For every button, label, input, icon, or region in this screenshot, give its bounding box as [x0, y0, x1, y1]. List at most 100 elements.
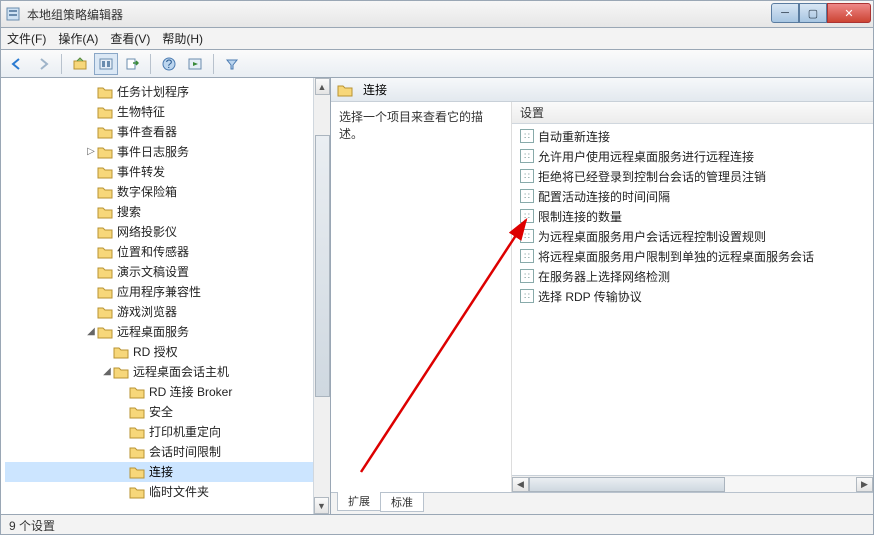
menu-file[interactable]: 文件(F) — [7, 30, 46, 47]
tree-label: 游戏浏览器 — [117, 302, 177, 322]
status-text: 9 个设置 — [9, 519, 55, 533]
tree-twist[interactable]: ◢ — [101, 362, 113, 382]
forward-button[interactable] — [31, 53, 55, 75]
tree-item[interactable]: 临时文件夹 — [5, 482, 330, 502]
tree-item[interactable]: 安全 — [5, 402, 330, 422]
close-button[interactable]: ✕ — [827, 3, 871, 23]
folder-icon — [129, 465, 145, 479]
folder-icon — [129, 405, 145, 419]
policy-icon: ∷ — [520, 129, 534, 143]
list-hscrollbar[interactable]: ◀ ▶ — [512, 475, 873, 492]
folder-icon — [97, 185, 113, 199]
tree-label: RD 授权 — [133, 342, 178, 362]
menu-view[interactable]: 查看(V) — [110, 30, 150, 47]
tree-item[interactable]: 搜索 — [5, 202, 330, 222]
policy-icon: ∷ — [520, 249, 534, 263]
folder-icon — [129, 485, 145, 499]
scroll-track[interactable] — [529, 477, 856, 492]
scroll-down-button[interactable]: ▼ — [314, 497, 329, 514]
scroll-right-button[interactable]: ▶ — [856, 477, 873, 492]
setting-label: 将远程桌面服务用户限制到单独的远程桌面服务会话 — [538, 248, 814, 265]
tree-item[interactable]: ◢远程桌面会话主机 — [5, 362, 330, 382]
export-button[interactable] — [120, 53, 144, 75]
column-label: 设置 — [520, 104, 544, 121]
scroll-left-button[interactable]: ◀ — [512, 477, 529, 492]
toolbar-divider — [150, 54, 151, 74]
tree-item[interactable]: 生物特征 — [5, 102, 330, 122]
tree-item[interactable]: ◢ 远程桌面服务 — [5, 322, 330, 342]
tree-pane[interactable]: 任务计划程序生物特征事件查看器 ▷ 事件日志服务事件转发数字保险箱搜索网络投影仪位置… — [1, 78, 331, 514]
tab-extended[interactable]: 扩展 — [337, 492, 381, 511]
tree-item[interactable]: 应用程序兼容性 — [5, 282, 330, 302]
scroll-up-button[interactable]: ▲ — [315, 78, 330, 95]
up-button[interactable] — [68, 53, 92, 75]
tree-item[interactable]: 网络投影仪 — [5, 222, 330, 242]
tree-label: 连接 — [149, 462, 173, 482]
setting-row[interactable]: ∷ 配置活动连接的时间间隔 — [512, 186, 873, 206]
tree-twist[interactable]: ▷ — [85, 142, 97, 162]
filter-button[interactable] — [220, 53, 244, 75]
tree-item[interactable]: 数字保险箱 — [5, 182, 330, 202]
svg-text:?: ? — [166, 57, 173, 71]
help-button[interactable]: ? — [157, 53, 181, 75]
setting-row[interactable]: ∷ 将远程桌面服务用户限制到单独的远程桌面服务会话 — [512, 246, 873, 266]
settings-list[interactable]: ∷自动重新连接∷允许用户使用远程桌面服务进行远程连接∷拒绝将已经登录到控制台会话… — [512, 124, 873, 475]
minimize-button[interactable]: ─ — [771, 3, 799, 23]
setting-row[interactable]: ∷自动重新连接 — [512, 126, 873, 146]
details-body: 选择一个项目来查看它的描述。 设置 ∷自动重新连接∷允许用户使用远程桌面服务进行… — [331, 102, 873, 492]
tree-item[interactable]: RD 授权 — [5, 342, 330, 362]
folder-icon — [97, 265, 113, 279]
menu-action[interactable]: 操作(A) — [58, 30, 98, 47]
setting-row[interactable]: ∷在服务器上选择网络检测 — [512, 266, 873, 286]
column-header-setting[interactable]: 设置 — [512, 102, 873, 124]
window-title: 本地组策略编辑器 — [27, 6, 123, 23]
tree-label: RD 连接 Broker — [149, 382, 232, 402]
folder-icon — [129, 425, 145, 439]
folder-icon — [97, 305, 113, 319]
tab-standard[interactable]: 标准 — [380, 493, 424, 512]
tree-label: 事件查看器 — [117, 122, 177, 142]
tree-item[interactable]: ▷ 事件日志服务 — [5, 142, 330, 162]
app-icon — [5, 6, 21, 22]
tree-item[interactable]: 连接 — [5, 462, 330, 482]
toolbar-divider — [213, 54, 214, 74]
toolbar-divider — [61, 54, 62, 74]
setting-label: 配置活动连接的时间间隔 — [538, 188, 670, 205]
scroll-thumb[interactable] — [529, 477, 725, 492]
tree-item[interactable]: 游戏浏览器 — [5, 302, 330, 322]
menu-help[interactable]: 帮助(H) — [162, 30, 203, 47]
tree-item[interactable]: RD 连接 Broker — [5, 382, 330, 402]
tree-item[interactable]: 会话时间限制 — [5, 442, 330, 462]
setting-row[interactable]: ∷拒绝将已经登录到控制台会话的管理员注销 — [512, 166, 873, 186]
setting-row[interactable]: ∷选择 RDP 传输协议 — [512, 286, 873, 306]
tree-item[interactable]: 位置和传感器 — [5, 242, 330, 262]
policy-icon: ∷ — [520, 189, 534, 203]
tree-item[interactable]: 演示文稿设置 — [5, 262, 330, 282]
maximize-button[interactable]: ▢ — [799, 3, 827, 23]
tree-label: 任务计划程序 — [117, 82, 189, 102]
folder-icon — [97, 205, 113, 219]
tree-label: 远程桌面服务 — [117, 322, 189, 342]
policy-icon: ∷ — [520, 269, 534, 283]
scroll-thumb[interactable] — [315, 135, 330, 397]
tree-item[interactable]: 事件转发 — [5, 162, 330, 182]
tree-item[interactable]: 打印机重定向 — [5, 422, 330, 442]
properties-button[interactable] — [94, 53, 118, 75]
setting-label: 选择 RDP 传输协议 — [538, 288, 642, 305]
setting-row[interactable]: ∷限制连接的数量 — [512, 206, 873, 226]
tree-item[interactable]: 事件查看器 — [5, 122, 330, 142]
tree-label: 演示文稿设置 — [117, 262, 189, 282]
back-button[interactable] — [5, 53, 29, 75]
setting-row[interactable]: ∷允许用户使用远程桌面服务进行远程连接 — [512, 146, 873, 166]
tree-twist[interactable]: ◢ — [85, 322, 97, 342]
tree-item[interactable]: 任务计划程序 — [5, 82, 330, 102]
folder-icon — [97, 105, 113, 119]
setting-label: 为远程桌面服务用户会话远程控制设置规则 — [538, 228, 766, 245]
tree: 任务计划程序生物特征事件查看器 ▷ 事件日志服务事件转发数字保险箱搜索网络投影仪位置… — [1, 78, 330, 506]
run-button[interactable] — [183, 53, 207, 75]
tree-label: 事件日志服务 — [117, 142, 189, 162]
details-header: 连接 — [331, 78, 873, 102]
setting-row[interactable]: ∷为远程桌面服务用户会话远程控制设置规则 — [512, 226, 873, 246]
tree-label: 生物特征 — [117, 102, 165, 122]
tree-scrollbar[interactable]: ▲ ▼ — [313, 78, 330, 514]
